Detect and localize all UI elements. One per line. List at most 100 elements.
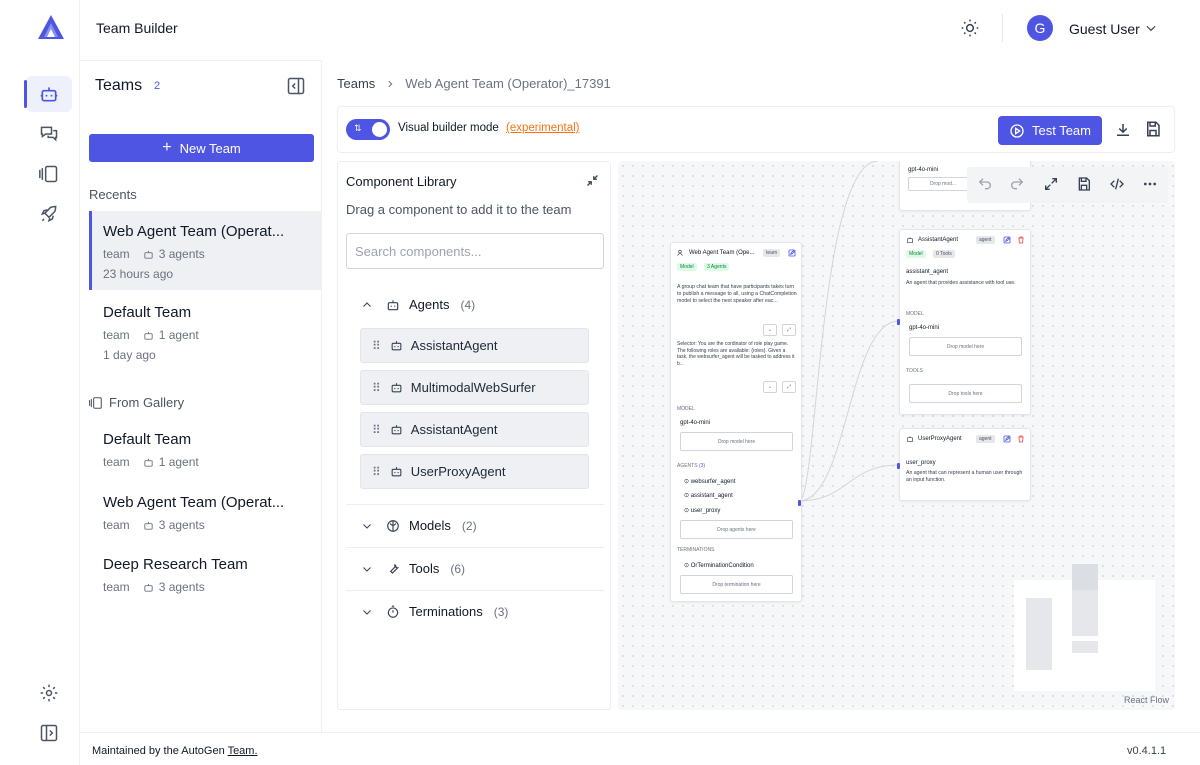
nav-settings[interactable] <box>26 675 72 711</box>
nav-gallery[interactable] <box>26 156 72 192</box>
nav-team-builder[interactable] <box>24 76 72 112</box>
bot-icon <box>144 331 153 340</box>
breadcrumb: Teams Web Agent Team (Operator)_17391 <box>337 76 611 91</box>
experimental-link[interactable]: (experimental) <box>506 122 580 134</box>
save-icon[interactable] <box>1076 176 1092 197</box>
agent-description: An agent that can represent a human user… <box>906 470 1023 483</box>
drop-tools-zone[interactable]: Drop tools here <box>909 384 1022 403</box>
bot-icon <box>144 250 153 259</box>
category-agents[interactable]: Agents (4) <box>386 297 475 312</box>
drop-agents-zone[interactable]: Drop agents here <box>680 520 793 539</box>
search-input[interactable] <box>346 233 604 269</box>
edit-icon[interactable] <box>788 249 796 257</box>
fullscreen-icon[interactable] <box>1043 176 1059 197</box>
library-item-agent[interactable]: ⠿ AssistantAgent <box>360 412 589 447</box>
recent-team-item[interactable]: Default Team team 1 agent 1 day ago <box>89 292 322 370</box>
gallery-team-item[interactable]: Default Team team 1 agent <box>89 419 322 479</box>
react-flow-attribution[interactable]: React Flow <box>1124 695 1169 705</box>
drag-handle-icon[interactable]: ⠿ <box>372 423 381 437</box>
minimap[interactable] <box>1014 564 1155 691</box>
category-tools[interactable]: Tools (6) <box>386 561 465 576</box>
drag-handle-icon[interactable]: ⠿ <box>372 465 381 479</box>
chevron-up-icon[interactable] <box>361 299 373 311</box>
node-title: UserProxyAgent <box>918 436 962 442</box>
bot-icon <box>391 467 402 477</box>
expand-icon[interactable]: ⤢ <box>782 381 796 393</box>
model-value: gpt-4o-mini <box>909 325 940 331</box>
model-section-label: MODEL <box>906 311 924 317</box>
library-item-agent[interactable]: ⠿ AssistantAgent <box>360 328 589 363</box>
user-name[interactable]: Guest User <box>1069 21 1140 37</box>
flow-canvas[interactable]: gpt-4o-mini Drop mod... Web Agent Team (… <box>618 161 1175 710</box>
bot-icon <box>391 341 402 351</box>
bot-icon <box>907 436 913 442</box>
canvas-controls <box>967 167 1168 203</box>
minimize-icon[interactable] <box>585 173 600 188</box>
page-title: Team Builder <box>96 20 178 36</box>
recent-team-item[interactable]: Web Agent Team (Operat... team 3 agents … <box>89 211 322 290</box>
code-icon[interactable] <box>1109 176 1125 197</box>
library-item-agent[interactable]: ⠿ UserProxyAgent <box>360 454 589 489</box>
team-tag: team <box>763 249 781 257</box>
chevron-down-icon[interactable] <box>361 520 373 532</box>
nav-playground[interactable] <box>26 116 72 152</box>
redo-icon[interactable] <box>1009 176 1025 197</box>
avatar[interactable]: G <box>1027 15 1053 41</box>
sun-icon[interactable] <box>960 18 980 38</box>
output-handle[interactable] <box>798 500 801 506</box>
expand-icon[interactable]: ⤢ <box>782 324 796 336</box>
builder-toolbar: ⇅ Visual builder mode (experimental) Tes… <box>337 106 1175 153</box>
chevron-down-icon[interactable] <box>1144 21 1158 35</box>
visual-builder-toggle[interactable]: ⇅ <box>346 119 390 140</box>
drop-model-zone[interactable]: Drop model here <box>909 337 1022 356</box>
agents-pill: 3 Agents <box>704 263 730 271</box>
input-handle[interactable] <box>897 463 900 469</box>
top-header: Team Builder G Guest User <box>80 0 1200 60</box>
bot-icon <box>391 425 402 435</box>
category-models[interactable]: Models (2) <box>386 518 477 533</box>
drag-handle-icon[interactable]: ⠿ <box>372 339 381 353</box>
gallery-team-item[interactable]: Web Agent Team (Operat... team 3 agents <box>89 482 322 542</box>
assistant-agent-node[interactable]: AssistantAgent agent Model 0 Tools assis… <box>897 229 1031 415</box>
nav-sidebar-toggle[interactable] <box>26 715 72 751</box>
footer-team-link[interactable]: Team. <box>228 745 258 757</box>
tools-pill: 0 Tools <box>933 250 955 258</box>
user-proxy-node[interactable]: UserProxyAgent agent user_proxy An agent… <box>897 428 1031 501</box>
drop-model-zone[interactable]: Drop model here <box>680 432 793 451</box>
gallery-team-item[interactable]: Deep Research Team team 3 agents <box>89 544 322 604</box>
bot-icon <box>144 583 153 592</box>
category-terminations[interactable]: Terminations (3) <box>386 604 508 619</box>
input-handle[interactable] <box>897 319 900 325</box>
autogen-logo-icon[interactable] <box>36 13 66 41</box>
trash-icon[interactable] <box>1017 236 1025 244</box>
bot-icon <box>144 458 153 467</box>
nav-deploy[interactable] <box>26 196 72 232</box>
breadcrumb-teams-link[interactable]: Teams <box>337 76 375 91</box>
chevron-down-icon[interactable] <box>361 563 373 575</box>
chevron-down-icon[interactable]: ⌄ <box>763 324 777 336</box>
agent-item: ⊙ user_proxy <box>684 508 721 514</box>
chevron-down-icon[interactable] <box>361 606 373 618</box>
trash-icon[interactable] <box>1017 435 1025 443</box>
more-icon[interactable] <box>1142 176 1158 197</box>
team-node[interactable]: Web Agent Team (Ope... team Model 3 Agen… <box>670 242 802 602</box>
drag-handle-icon[interactable]: ⠿ <box>372 381 381 395</box>
bot-icon <box>391 383 402 393</box>
new-team-button[interactable]: + New Team <box>89 134 314 162</box>
icon-rail <box>0 0 80 765</box>
edit-icon[interactable] <box>1003 435 1011 443</box>
team-name: Deep Research Team <box>103 556 248 573</box>
panel-expand-icon <box>40 724 58 742</box>
undo-icon[interactable] <box>977 176 993 197</box>
chevron-down-icon[interactable]: ⌄ <box>763 381 777 393</box>
rocket-icon <box>40 205 57 223</box>
library-item-agent[interactable]: ⠿ MultimodalWebSurfer <box>360 370 589 405</box>
save-icon[interactable] <box>1144 120 1162 138</box>
gallery-icon <box>39 165 58 183</box>
test-team-button[interactable]: Test Team <box>998 116 1102 145</box>
panel-collapse-icon[interactable] <box>286 76 306 96</box>
download-icon[interactable] <box>1114 121 1132 139</box>
edit-icon[interactable] <box>1003 236 1011 244</box>
team-timestamp: 1 day ago <box>103 348 156 362</box>
drop-termination-zone[interactable]: Drop termination here <box>680 575 793 594</box>
